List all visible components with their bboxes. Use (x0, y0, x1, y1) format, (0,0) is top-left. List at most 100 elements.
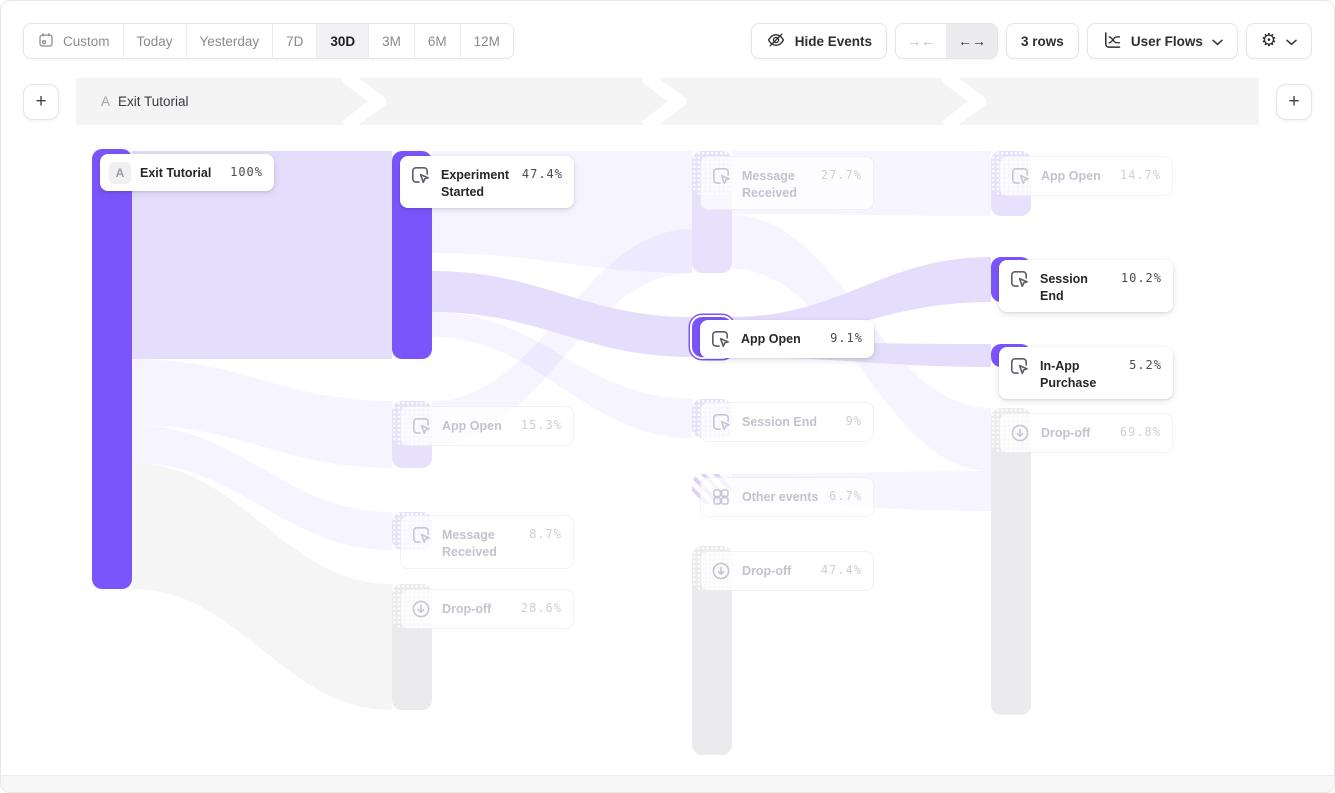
event-icon (409, 523, 433, 547)
collapse-columns-button[interactable]: →← (896, 24, 947, 58)
step-letter-badge: A (109, 162, 131, 184)
flow-node-percentage: 9.1% (830, 327, 863, 345)
event-icon (1008, 164, 1032, 188)
view-selector-label: User Flows (1131, 34, 1203, 49)
hide-events-label: Hide Events (795, 34, 872, 49)
expand-icon: ←→ (958, 33, 986, 49)
flow-node-name: Exit Tutorial (140, 161, 221, 182)
flow-node-app-open[interactable]: App Open 15.3% (400, 406, 574, 446)
flow-node-app-open[interactable]: App Open 9.1% (700, 320, 874, 358)
flow-node-name: Session End (742, 410, 837, 431)
flow-node-name: Drop-off (442, 597, 512, 618)
flow-node-name: Message Received (742, 164, 812, 202)
user-flows-panel: Custom Today Yesterday 7D 30D 3M 6M 12M … (0, 0, 1335, 793)
flow-node-percentage: 6.7% (829, 485, 862, 503)
flow-node-bar-drop-off[interactable] (991, 408, 1031, 715)
flow-node-percentage: 47.4% (821, 559, 862, 577)
flow-node-drop-off[interactable]: Drop-off 69.8% (999, 413, 1173, 453)
date-range-3m[interactable]: 3M (369, 24, 415, 58)
event-icon-wrap (409, 414, 433, 438)
date-range-12m[interactable]: 12M (461, 24, 513, 58)
dropoff-icon (709, 559, 733, 583)
date-range-7d[interactable]: 7D (273, 24, 317, 58)
flow-node-name: Other events (742, 485, 820, 506)
step-divider-chevron-icon (942, 78, 986, 125)
flow-node-app-open[interactable]: App Open 14.7% (999, 156, 1173, 196)
add-step-after-button[interactable]: + (1276, 84, 1312, 120)
event-icon (409, 414, 433, 438)
gear-icon: ⚙ (1261, 32, 1277, 50)
event-icon-wrap (708, 327, 732, 351)
hide-events-button[interactable]: Hide Events (751, 23, 887, 59)
flow-node-name: Experiment Started (441, 163, 513, 201)
event-icon (709, 164, 733, 188)
dropoff-icon-wrap (1008, 421, 1032, 445)
step-divider-chevron-icon (342, 78, 386, 125)
flow-node-drop-off[interactable]: Drop-off 47.4% (700, 551, 874, 591)
dropoff-icon (409, 597, 433, 621)
flow-node-name: Drop-off (1041, 421, 1111, 442)
flow-node-name: App Open (1041, 164, 1111, 185)
date-range-30d[interactable]: 30D (317, 24, 369, 58)
event-icon (408, 163, 432, 187)
date-range-today[interactable]: Today (124, 24, 187, 58)
event-icon-wrap (1007, 267, 1031, 291)
flow-node-name: App Open (442, 414, 512, 435)
event-icon (1007, 354, 1031, 378)
flow-node-exit-tutorial[interactable]: A Exit Tutorial 100% (100, 154, 274, 191)
add-step-before-button[interactable]: + (23, 84, 59, 120)
column-width-group: →← ←→ (895, 23, 998, 59)
chevron-down-icon (1212, 34, 1223, 49)
bottom-scroll-strip[interactable] (1, 775, 1334, 792)
flow-node-session-end[interactable]: Session End 10.2% (999, 260, 1173, 312)
flow-node-percentage: 8.7% (529, 523, 562, 541)
flow-node-percentage: 5.2% (1129, 354, 1162, 372)
other-events-icon (709, 485, 733, 509)
other-events-icon-wrap (709, 485, 733, 509)
step-title: Exit Tutorial (118, 94, 189, 109)
flow-node-percentage: 100% (230, 161, 263, 179)
step-header-band: A Exit Tutorial (76, 78, 1259, 125)
flow-node-bar-exit-tutorial[interactable] (92, 149, 132, 589)
flow-node-name: Drop-off (742, 559, 812, 580)
flow-node-name: Message Received (442, 523, 520, 561)
date-range-6m[interactable]: 6M (415, 24, 461, 58)
flow-node-percentage: 15.3% (521, 414, 562, 432)
flow-node-percentage: 10.2% (1121, 267, 1162, 285)
step-prefix: A (101, 94, 110, 109)
flow-node-other-events[interactable]: Other events 6.7% (700, 477, 874, 517)
event-icon (1007, 267, 1031, 291)
date-range-custom[interactable]: Custom (24, 24, 124, 58)
settings-button[interactable]: ⚙ (1246, 23, 1312, 59)
chevron-down-icon (1286, 34, 1297, 49)
event-icon (709, 410, 733, 434)
flow-node-session-end[interactable]: Session End9% (700, 402, 874, 442)
step-divider-chevron-icon (642, 78, 686, 125)
date-range-label: Custom (63, 34, 110, 49)
dropoff-icon-wrap (409, 597, 433, 621)
event-icon-wrap (1007, 354, 1031, 378)
flow-node-message-received[interactable]: Message Received 8.7% (400, 515, 574, 569)
date-range-yesterday[interactable]: Yesterday (187, 24, 274, 58)
event-icon-wrap (408, 163, 432, 187)
toolbar-right: Hide Events →← ←→ 3 rows User Flows (751, 23, 1312, 59)
date-range-group: Custom Today Yesterday 7D 30D 3M 6M 12M (23, 23, 514, 59)
expand-columns-button[interactable]: ←→ (947, 24, 997, 58)
rows-label: 3 rows (1021, 34, 1064, 49)
flow-node-drop-off[interactable]: Drop-off28.6% (400, 589, 574, 629)
flow-node-experiment-started[interactable]: Experiment Started 47.4% (400, 156, 574, 208)
event-icon-wrap (709, 164, 733, 188)
view-selector-button[interactable]: User Flows (1087, 23, 1238, 59)
flow-node-name: Session End (1040, 267, 1112, 305)
flow-node-message-received[interactable]: Message Received27.7% (700, 156, 874, 210)
flow-node-in-app-purchase[interactable]: In-App Purchase5.2% (999, 347, 1173, 399)
eye-off-icon (766, 30, 786, 53)
collapse-icon: →← (907, 33, 935, 49)
rows-button[interactable]: 3 rows (1006, 23, 1079, 59)
calendar-icon (37, 31, 55, 52)
flow-node-percentage: 14.7% (1120, 164, 1161, 182)
step-label: A Exit Tutorial (101, 78, 189, 125)
flow-node-percentage: 47.4% (522, 163, 563, 181)
flow-node-name: App Open (741, 327, 821, 348)
flow-node-percentage: 69.8% (1120, 421, 1161, 439)
